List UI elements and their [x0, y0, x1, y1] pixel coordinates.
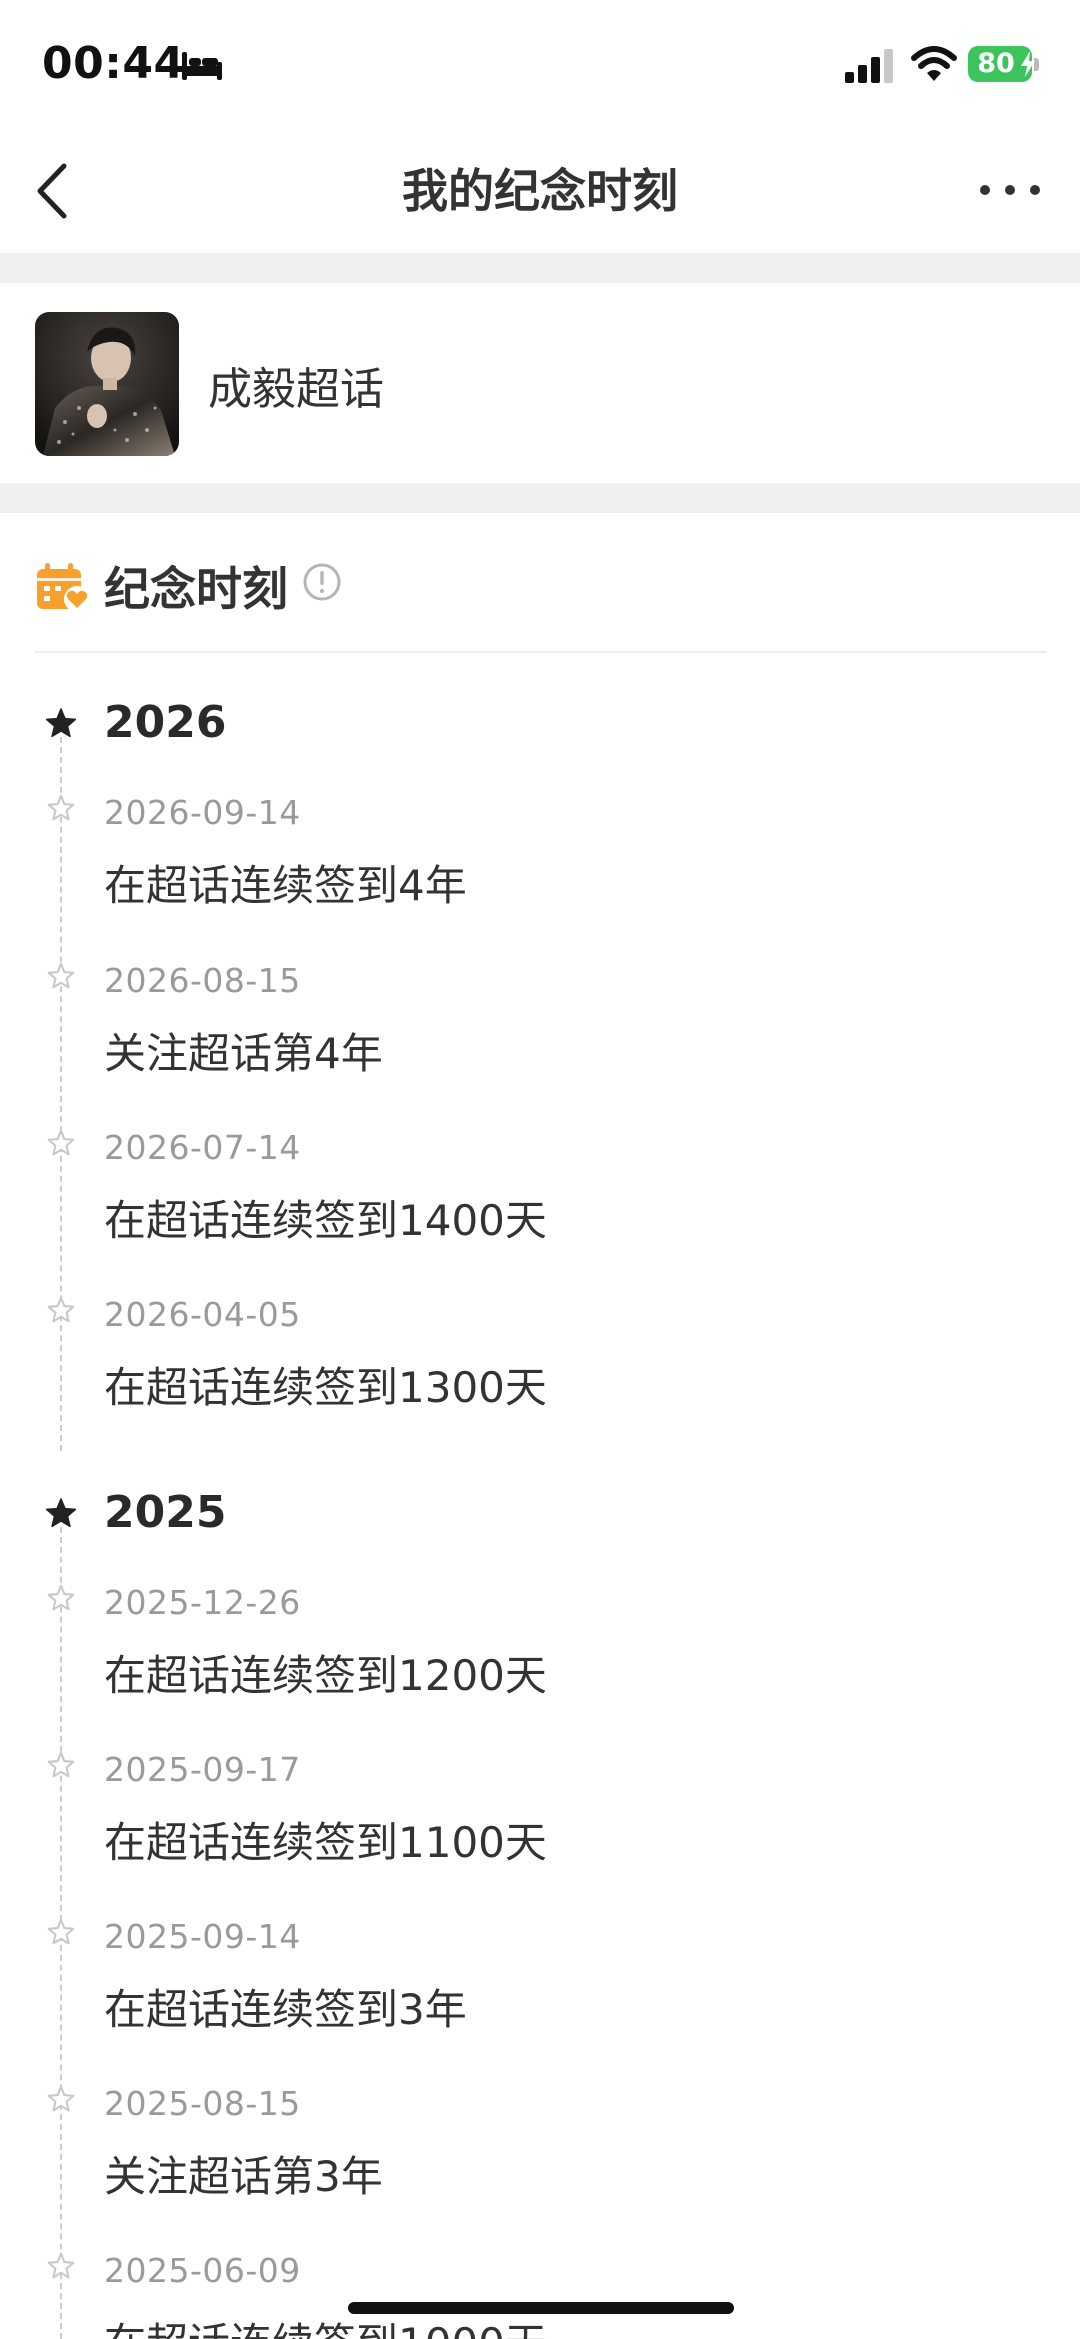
timeline-event: 2025-09-17 在超话连续签到1100天 [0, 1742, 1080, 1910]
event-date: 2026-09-14 [104, 793, 301, 832]
star-outline-icon [47, 1129, 75, 1156]
event-text: 在超话连续签到1200天 [104, 1651, 547, 1700]
year-header: 2026 [0, 683, 1080, 763]
event-text: 在超话连续签到1000天 [104, 2310, 547, 2339]
section-header: 纪念时刻 [0, 513, 1080, 653]
star-outline-icon [47, 962, 75, 989]
star-outline-icon [47, 1296, 75, 1323]
event-date: 2025-08-15 [104, 2084, 301, 2123]
topic-row[interactable]: 成毅超话 [0, 283, 1080, 483]
wifi-icon [911, 46, 957, 81]
timeline-event: 2026-08-15 关注超话第4年 [0, 953, 1080, 1121]
timeline-event: 2025-08-15 关注超话第3年 [0, 2076, 1080, 2244]
timeline-event: 2025-09-14 在超话连续签到3年 [0, 1909, 1080, 2077]
event-text: 在超话连续签到1100天 [104, 1818, 547, 1867]
topic-name[interactable]: 成毅超话 [208, 353, 384, 417]
section-separator [0, 253, 1080, 283]
event-text: 关注超话第4年 [104, 1029, 383, 1078]
section-separator [0, 483, 1080, 513]
event-date: 2026-08-15 [104, 961, 301, 1000]
charging-bolt-icon [1021, 51, 1035, 77]
star-outline-icon [47, 2085, 75, 2112]
sleep-focus-icon [182, 52, 222, 80]
event-text: 在超话连续签到1300天 [104, 1363, 547, 1412]
nav-bar: 我的纪念时刻 [0, 130, 1080, 253]
more-horizontal-icon[interactable] [975, 170, 1045, 210]
star-outline-icon [47, 1918, 75, 1945]
event-date: 2025-12-26 [104, 1583, 301, 1622]
event-date: 2025-09-17 [104, 1750, 301, 1789]
topic-avatar[interactable] [35, 312, 179, 456]
star-outline-icon [47, 1751, 75, 1778]
home-indicator[interactable] [348, 2302, 734, 2314]
timeline: 2026 2026-09-14 在超话连续签到4年 2026-08-15 关注超… [0, 653, 1080, 2339]
timeline-event: 2025-12-26 在超话连续签到1200天 [0, 1575, 1080, 1743]
timeline-event: 2026-09-14 在超话连续签到4年 [0, 785, 1080, 953]
chevron-left-icon[interactable] [28, 156, 78, 226]
battery-indicator: 80 [968, 46, 1039, 84]
year-label: 2025 [104, 1487, 227, 1538]
page: 00:44 80 我的纪念时刻 成毅超话 纪念时刻 2026 2026-09-1… [0, 0, 1080, 2339]
event-text: 关注超话第3年 [104, 2152, 383, 2201]
event-text: 在超话连续签到4年 [104, 861, 467, 910]
page-title: 我的纪念时刻 [402, 164, 678, 218]
timeline-event: 2026-07-14 在超话连续签到1400天 [0, 1120, 1080, 1288]
status-time: 00:44 [42, 38, 185, 89]
event-date: 2025-06-09 [104, 2251, 301, 2290]
filled-star-icon [45, 708, 77, 738]
battery-level: 80 [977, 48, 1015, 79]
year-label: 2026 [104, 697, 227, 748]
section-title: 纪念时刻 [104, 562, 288, 616]
filled-star-icon [45, 1498, 77, 1528]
status-bar: 00:44 80 [0, 0, 1080, 130]
star-outline-icon [47, 1584, 75, 1611]
event-date: 2025-09-14 [104, 1917, 301, 1956]
cellular-signal-icon [845, 49, 893, 83]
star-outline-icon [47, 794, 75, 821]
timeline-event: 2026-04-05 在超话连续签到1300天 [0, 1287, 1080, 1455]
info-circle-icon[interactable] [302, 562, 342, 602]
event-date: 2026-04-05 [104, 1295, 301, 1334]
timeline-event: 2025-06-09 在超话连续签到1000天 [0, 2243, 1080, 2339]
event-text: 在超话连续签到3年 [104, 1985, 467, 2034]
year-header: 2025 [0, 1473, 1080, 1553]
event-text: 在超话连续签到1400天 [104, 1196, 547, 1245]
calendar-heart-icon [37, 563, 90, 612]
event-date: 2026-07-14 [104, 1128, 301, 1167]
star-outline-icon [47, 2252, 75, 2279]
